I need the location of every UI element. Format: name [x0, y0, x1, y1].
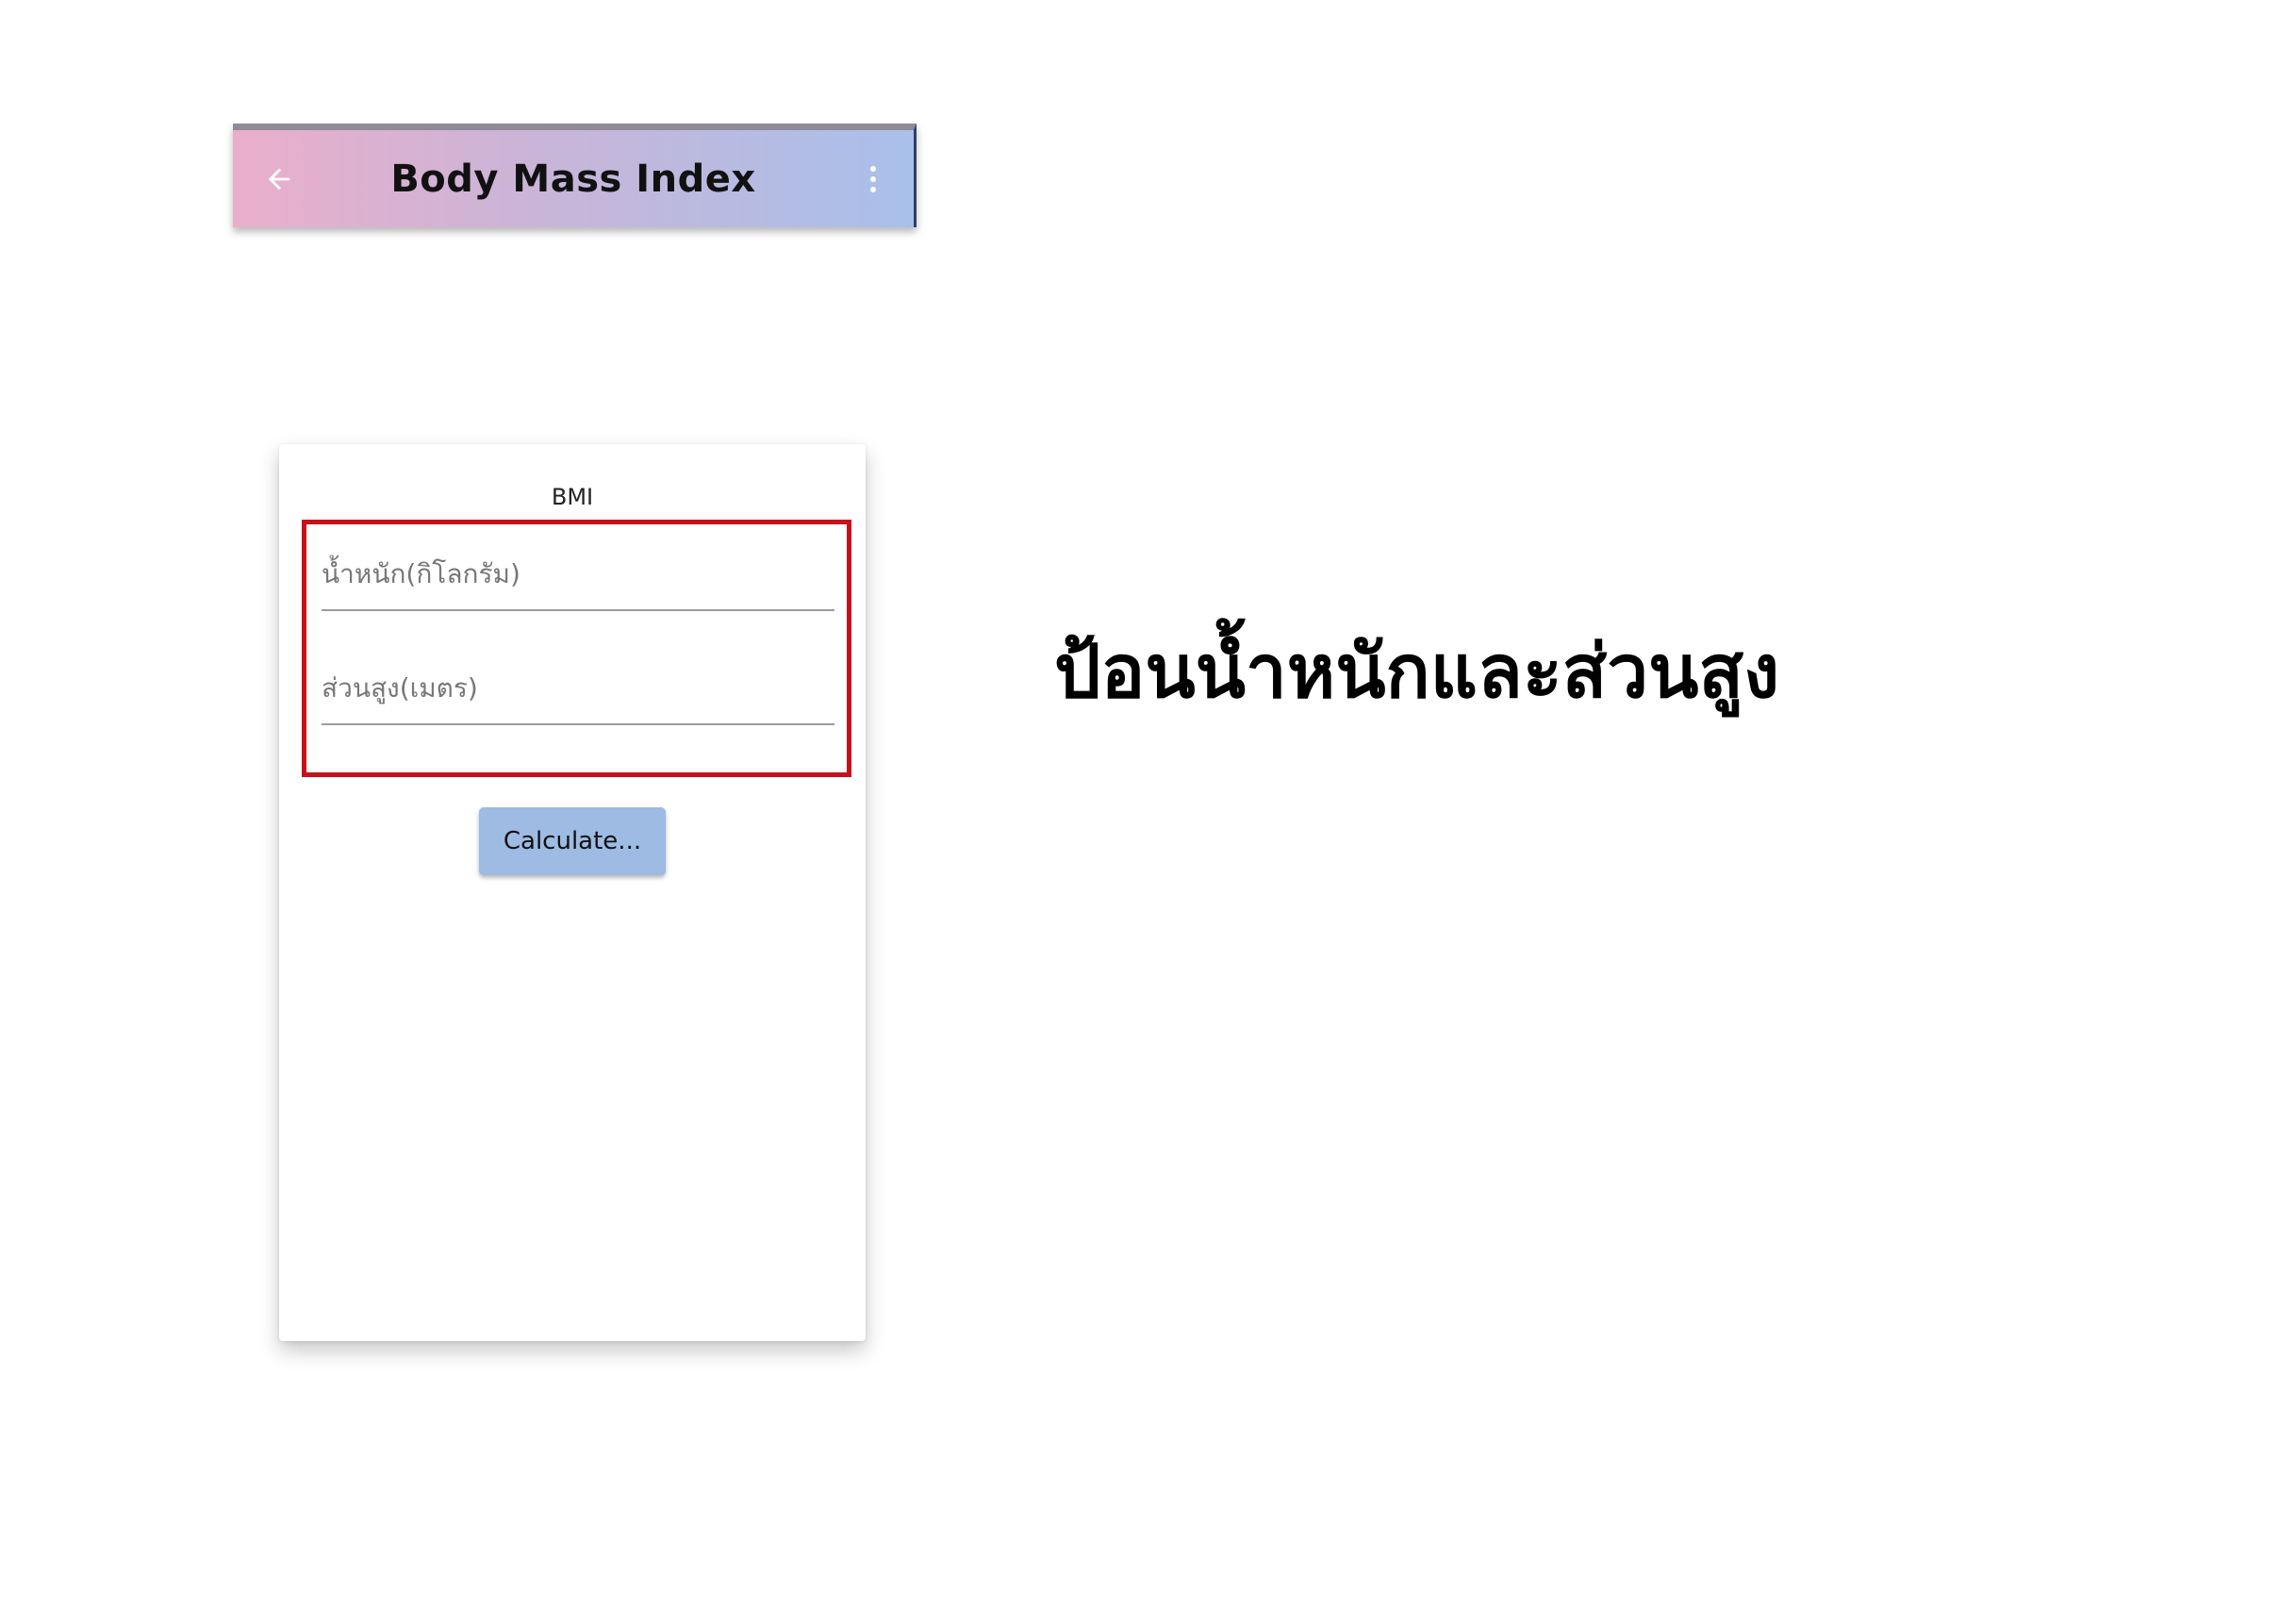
instruction-caption: ป้อนน้ำหนักและส่วนสูง — [1054, 630, 1780, 715]
weight-field — [322, 543, 834, 611]
arrow-left-icon — [268, 168, 290, 190]
app-bar: Body Mass Index — [233, 124, 917, 227]
more-vertical-icon — [870, 165, 876, 172]
height-field — [322, 657, 834, 725]
page-title: Body Mass Index — [390, 157, 756, 201]
calculate-button[interactable]: Calculate... — [479, 807, 666, 875]
weight-input[interactable] — [322, 553, 834, 594]
card-title: BMI — [551, 484, 594, 510]
input-highlight-box — [302, 520, 851, 777]
back-button[interactable] — [257, 157, 301, 201]
bmi-card: BMI Calculate... — [279, 444, 866, 1341]
more-vertical-icon-dot — [870, 186, 876, 192]
more-vertical-icon-dot — [870, 175, 876, 182]
height-input[interactable] — [322, 667, 834, 708]
more-options-button[interactable] — [861, 157, 885, 201]
